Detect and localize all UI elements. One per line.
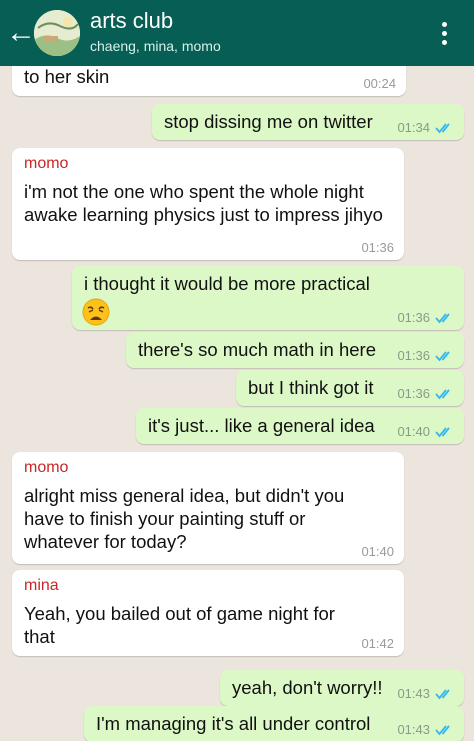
- message-time: 00:24: [363, 76, 396, 91]
- message-time: 01:40: [397, 424, 430, 439]
- message-bubble[interactable]: yeah, don't worry!! 01:43: [220, 670, 464, 706]
- group-avatar[interactable]: [34, 10, 80, 56]
- message-text: there's so much math in here: [138, 339, 376, 360]
- weary-face-emoji-icon: [82, 298, 110, 326]
- message-time: 01:36: [397, 310, 430, 325]
- message-text: i thought it would be more practical: [84, 273, 370, 294]
- message-text: it's just... like a general idea: [148, 415, 375, 436]
- read-ticks-icon: [435, 389, 450, 400]
- message-text: Yeah, you bailed out of game night for t…: [24, 603, 335, 647]
- message-bubble[interactable]: it's just... like a general idea 01:40: [136, 408, 464, 444]
- chat-members[interactable]: chaeng, mina, momo: [90, 38, 221, 54]
- message-list[interactable]: to her skin 00:24 stop dissing me on twi…: [0, 66, 474, 741]
- message-bubble[interactable]: i thought it would be more practical 01:…: [72, 266, 464, 330]
- message-text: alright miss general idea, but didn't yo…: [24, 485, 345, 552]
- read-ticks-icon: [435, 689, 450, 700]
- sender-name: mina: [24, 577, 59, 594]
- message-bubble[interactable]: mina Yeah, you bailed out of game night …: [12, 570, 404, 656]
- message-time: 01:36: [397, 348, 430, 363]
- message-time: 01:34: [397, 120, 430, 135]
- message-bubble[interactable]: but I think got it 01:36: [236, 370, 464, 406]
- message-bubble[interactable]: stop dissing me on twitter 01:34: [152, 104, 464, 140]
- message-time: 01:43: [397, 686, 430, 701]
- message-text: but I think got it: [248, 377, 374, 398]
- message-time: 01:36: [361, 240, 394, 255]
- message-bubble[interactable]: I'm managing it's all under control 01:4…: [84, 706, 464, 741]
- read-ticks-icon: [435, 427, 450, 438]
- message-time: 01:42: [361, 636, 394, 651]
- message-text: I'm managing it's all under control: [96, 713, 371, 734]
- message-bubble[interactable]: to her skin 00:24: [12, 66, 406, 96]
- message-bubble[interactable]: there's so much math in here 01:36: [126, 332, 464, 368]
- more-vert-icon[interactable]: [432, 16, 456, 50]
- sender-name: momo: [24, 155, 69, 172]
- read-ticks-icon: [435, 725, 450, 736]
- message-time: 01:40: [361, 544, 394, 559]
- message-bubble[interactable]: momo alright miss general idea, but didn…: [12, 452, 404, 564]
- message-text: to her skin: [24, 66, 110, 87]
- chat-header: ← arts club chaeng, mina, momo: [0, 0, 474, 66]
- message-time: 01:36: [397, 386, 430, 401]
- back-arrow-icon[interactable]: ←: [6, 16, 36, 50]
- read-ticks-icon: [435, 123, 450, 134]
- message-text: i'm not the one who spent the whole nigh…: [24, 181, 383, 225]
- read-ticks-icon: [435, 351, 450, 362]
- read-ticks-icon: [435, 313, 450, 324]
- message-text: stop dissing me on twitter: [164, 111, 373, 132]
- group-avatar-image: [34, 10, 80, 56]
- message-time: 01:43: [397, 722, 430, 737]
- sender-name: momo: [24, 459, 69, 476]
- chat-title[interactable]: arts club: [90, 8, 173, 34]
- message-text: yeah, don't worry!!: [232, 677, 383, 698]
- message-bubble[interactable]: momo i'm not the one who spent the whole…: [12, 148, 404, 260]
